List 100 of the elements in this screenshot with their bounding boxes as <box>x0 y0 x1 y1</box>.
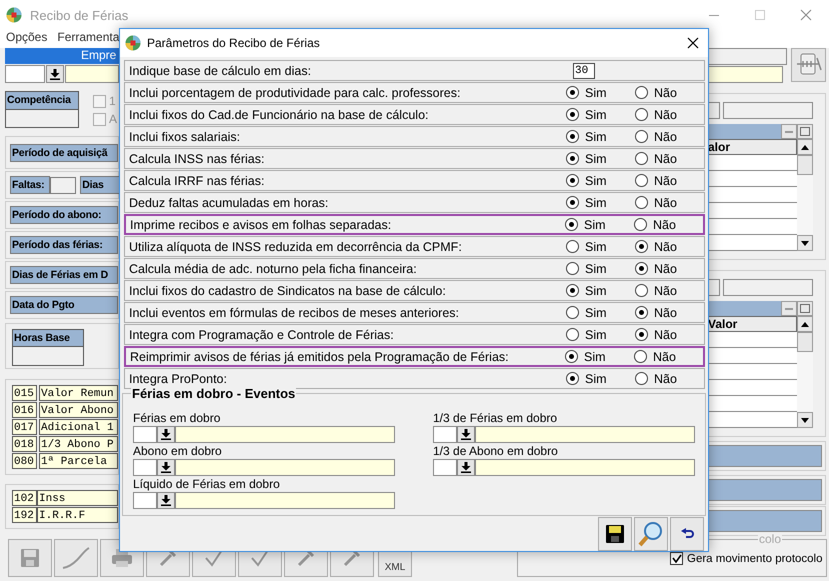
radio-button[interactable] <box>565 350 578 363</box>
parameter-label: Integra com Programação e Controle de Férias: <box>129 328 395 342</box>
parameter-label: Imprime recibos e avisos em folhas separadas: <box>130 218 392 232</box>
code-field[interactable] <box>433 426 457 443</box>
radio-button[interactable] <box>635 174 648 187</box>
event-description: Inss <box>37 490 118 506</box>
group-title: Férias em dobro - Eventos <box>131 386 296 401</box>
radio-label: Não <box>653 350 676 364</box>
menu-item[interactable]: Opções <box>0 30 52 48</box>
radio-button[interactable] <box>566 306 579 319</box>
section-label: Data do Pgto <box>10 296 118 314</box>
event-description: Valor Abono <box>39 402 118 418</box>
menu-item[interactable]: Ferramenta <box>51 30 124 48</box>
radio-label: Não <box>654 372 677 386</box>
lookup-button[interactable] <box>457 459 475 476</box>
scroll-thumb[interactable] <box>797 155 813 175</box>
radio-label: Sim <box>585 108 607 122</box>
parameter-label: Calcula INSS nas férias: <box>129 152 266 166</box>
radio-button[interactable] <box>635 306 648 319</box>
radio-button[interactable] <box>635 196 648 209</box>
code-field[interactable] <box>133 426 157 443</box>
lookup-button[interactable] <box>157 426 175 443</box>
event-description: 1/3 Abono P <box>39 436 118 452</box>
text-field[interactable] <box>723 279 813 296</box>
radio-button[interactable] <box>635 284 648 297</box>
days-field[interactable]: 30 <box>573 62 595 78</box>
search-button[interactable] <box>634 517 668 551</box>
lookup-button[interactable] <box>457 426 475 443</box>
company-field[interactable] <box>65 65 119 83</box>
column-header: Valor <box>706 316 797 332</box>
event-field[interactable] <box>475 459 695 476</box>
faltas-field[interactable] <box>50 176 76 194</box>
event-field[interactable] <box>175 459 395 476</box>
radio-button[interactable] <box>566 152 579 165</box>
text-field[interactable] <box>723 102 813 119</box>
radio-button[interactable] <box>635 372 648 385</box>
radio-button[interactable] <box>635 240 648 253</box>
document-button[interactable] <box>791 48 826 82</box>
event-field[interactable] <box>175 492 395 509</box>
lookup-button[interactable] <box>46 65 64 83</box>
code-field[interactable] <box>133 459 157 476</box>
event-code: 015 <box>12 385 37 401</box>
radio-button[interactable] <box>635 130 648 143</box>
radio-button[interactable] <box>635 328 648 341</box>
checkbox[interactable] <box>93 112 106 126</box>
scrollbar[interactable] <box>797 139 813 251</box>
radio-button[interactable] <box>566 174 579 187</box>
save-button[interactable] <box>598 517 632 551</box>
radio-label: Não <box>654 328 677 342</box>
radio-button[interactable] <box>566 130 579 143</box>
parameter-label: Reimprimir avisos de férias já emitidos pela Programação de Férias: <box>130 350 510 364</box>
parameter-label: Calcula IRRF nas férias: <box>129 174 266 188</box>
event-field[interactable] <box>175 426 395 443</box>
code-field[interactable] <box>433 459 457 476</box>
event-code: 102 <box>12 490 37 506</box>
radio-button[interactable] <box>566 328 579 341</box>
maximize-button[interactable] <box>797 301 813 316</box>
lookup-button[interactable] <box>157 459 175 476</box>
radio-button[interactable] <box>566 108 579 121</box>
radio-button[interactable] <box>635 262 648 275</box>
radio-button[interactable] <box>565 218 578 231</box>
radio-label: Sim <box>585 284 607 298</box>
radio-label: Sim <box>585 306 607 320</box>
radio-button[interactable] <box>566 262 579 275</box>
checkbox[interactable] <box>93 94 106 108</box>
radio-button[interactable] <box>635 152 648 165</box>
lookup-button[interactable] <box>157 492 175 509</box>
section-label: Faltas: <box>10 176 50 194</box>
code-field[interactable] <box>5 65 45 83</box>
parameter-label: Indique base de cálculo em dias: <box>129 64 312 78</box>
parameter-label: Calcula média de adc. noturno pela ficha financeira: <box>129 262 418 276</box>
radio-button[interactable] <box>635 86 648 99</box>
radio-button[interactable] <box>635 108 648 121</box>
scroll-thumb[interactable] <box>797 332 813 352</box>
section-label: Período de aquisiçã <box>10 144 118 162</box>
maximize-button[interactable] <box>797 124 813 139</box>
scrollbar[interactable] <box>797 316 813 428</box>
radio-button[interactable] <box>566 86 579 99</box>
radio-label: Sim <box>585 130 607 144</box>
radio-button[interactable] <box>566 240 579 253</box>
event-description: Adicional 1 <box>39 419 118 435</box>
event-field[interactable] <box>475 426 695 443</box>
event-description: Valor Remun <box>39 385 118 401</box>
undo-button[interactable] <box>670 517 704 551</box>
event-code: 080 <box>12 453 37 469</box>
checkbox[interactable] <box>670 552 683 565</box>
radio-button[interactable] <box>566 196 579 209</box>
radio-button[interactable] <box>566 284 579 297</box>
parameter-label: Deduz faltas acumuladas em horas: <box>129 196 330 210</box>
radio-label: Sim <box>585 372 607 386</box>
radio-button[interactable] <box>634 218 647 231</box>
download-arrow-icon <box>161 495 171 506</box>
section-label: Período das férias: <box>10 236 118 254</box>
radio-button[interactable] <box>634 350 647 363</box>
code-field[interactable] <box>133 492 157 509</box>
maximize-icon <box>800 127 810 136</box>
radio-label: Não <box>654 86 677 100</box>
radio-button[interactable] <box>566 372 579 385</box>
download-arrow-icon <box>50 68 60 80</box>
group-legend: colo <box>758 532 782 546</box>
